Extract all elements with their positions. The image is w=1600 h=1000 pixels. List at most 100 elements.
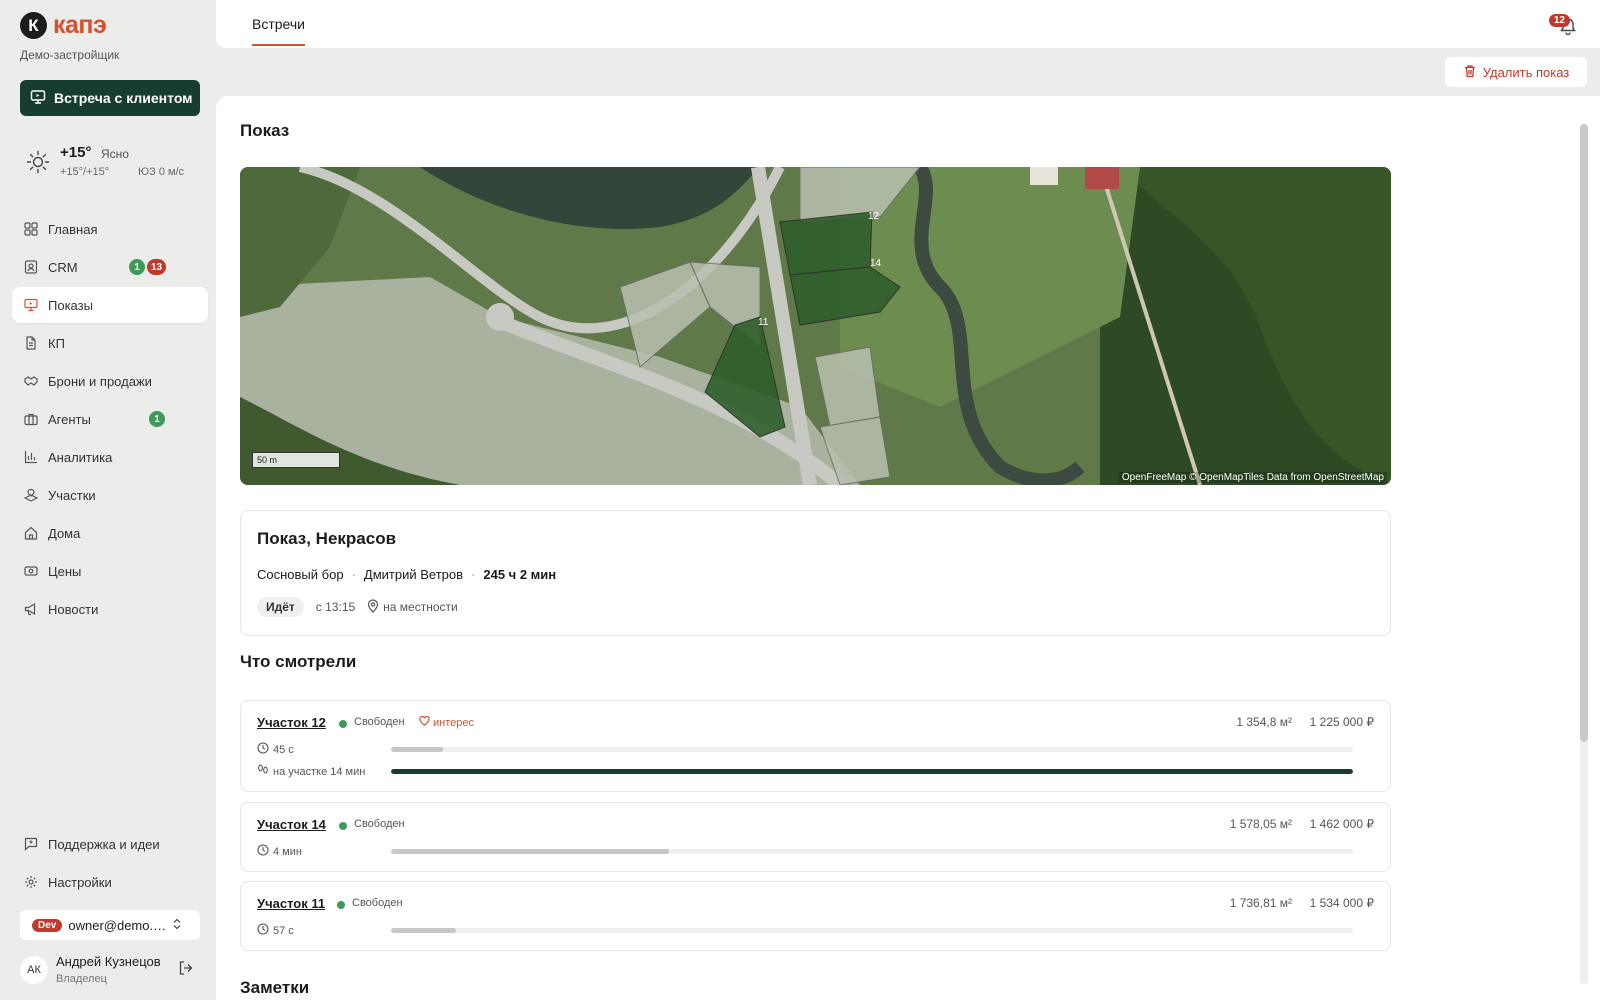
clock-icon — [257, 923, 269, 938]
meet-client-button[interactable]: Встреча с клиентом — [20, 80, 200, 116]
plot-link[interactable]: Участок 11 — [257, 896, 325, 911]
showing-duration: 245 ч 2 мин — [483, 567, 557, 582]
bar-fill — [391, 747, 443, 752]
map-attribution[interactable]: OpenFreeMap © OpenMapTiles Data from Ope… — [1118, 472, 1387, 483]
account-switcher[interactable]: Dev owner@demo.kape.ru — [20, 910, 200, 940]
plot-card: Участок 11 Свободен 1 736,81 м² 1 534 00… — [240, 881, 1391, 951]
plot-price: 1 225 000 ₽ — [1309, 715, 1374, 729]
status-badge: Идёт — [257, 597, 304, 617]
nav-item-houses[interactable]: Дома — [12, 515, 208, 551]
plot-link[interactable]: Участок 14 — [257, 817, 326, 832]
main-nav: Главная CRM 1 13 Показы КП Брони и прода… — [12, 211, 208, 629]
contact-icon — [24, 260, 38, 274]
separator: · — [351, 567, 356, 582]
clock-icon — [257, 742, 269, 757]
scrollbar-thumb[interactable] — [1580, 124, 1588, 742]
bar-chart-icon — [24, 450, 38, 464]
view-time: 45 с — [257, 742, 294, 757]
nav-item-agents[interactable]: Агенты 1 — [12, 401, 208, 437]
nav-item-news[interactable]: Новости — [12, 591, 208, 627]
map-scale: 50 m — [252, 452, 340, 468]
plot-area: 1 354,8 м² — [1236, 715, 1292, 729]
logout-icon[interactable] — [178, 960, 194, 981]
showing-status-row: Идёт с 13:15 на местности — [257, 597, 458, 617]
weather-widget: +15° Ясно +15°/+15° ЮЗ 0 м/с — [26, 144, 196, 186]
plot-price: 1 534 000 ₽ — [1309, 896, 1374, 910]
account-email: owner@demo.kape.ru — [68, 917, 167, 933]
nav-item-home[interactable]: Главная — [12, 211, 208, 247]
onsite-label: на участке 14 мин — [273, 765, 366, 778]
tab-meetings[interactable]: Встречи — [252, 16, 305, 46]
nav-label: CRM — [48, 259, 78, 275]
plot-link[interactable]: Участок 12 — [257, 715, 326, 730]
showing-meta: Сосновый бор · Дмитрий Ветров · 245 ч 2 … — [257, 567, 556, 582]
view-time-label: 4 мин — [273, 845, 302, 858]
nav-item-settings[interactable]: Настройки — [12, 864, 208, 900]
nav-item-showings[interactable]: Показы — [12, 287, 208, 323]
view-time-bar — [391, 747, 1353, 752]
status-dot — [339, 720, 347, 728]
chevron-updown-icon — [172, 918, 182, 933]
map[interactable]: 12 14 11 50 m OpenFreeMap © OpenMapTiles… — [240, 167, 1391, 485]
bar-fill — [391, 769, 1353, 774]
logo-mark: К — [20, 12, 47, 39]
user-name: Андрей Кузнецов — [56, 954, 161, 969]
footprints-icon — [257, 764, 269, 779]
weather-wind: ЮЗ 0 м/с — [138, 166, 185, 178]
notes-title: Заметки — [240, 978, 310, 997]
nav-item-crm[interactable]: CRM 1 13 — [12, 249, 208, 285]
meet-client-label: Встреча с клиентом — [54, 90, 193, 106]
presentation-icon — [30, 89, 46, 108]
nav-item-bookings[interactable]: Брони и продажи — [12, 363, 208, 399]
grid-icon — [24, 222, 38, 236]
view-time-bar — [391, 928, 1353, 933]
nav-item-support[interactable]: Поддержка и идеи — [12, 826, 208, 862]
nav-item-prices[interactable]: Цены — [12, 553, 208, 589]
scrollbar[interactable] — [1580, 124, 1588, 984]
bottom-nav: Поддержка и идеи Настройки — [12, 826, 208, 902]
view-time-bar — [391, 849, 1353, 854]
plot-status: Свободен — [354, 818, 405, 830]
bar-fill — [391, 928, 457, 933]
top-bar: Встречи 12 — [216, 0, 1600, 48]
nav-label: КП — [48, 335, 65, 351]
status-dot — [337, 901, 345, 909]
crm-badge-red: 13 — [147, 259, 167, 275]
interest-tag: интерес — [419, 715, 474, 729]
plots-icon — [24, 488, 38, 502]
notifications-button[interactable]: 12 — [1538, 12, 1578, 42]
nav-label: Главная — [48, 221, 98, 237]
company-name: Демо-застройщик — [20, 48, 120, 62]
satellite-map: 12 14 11 — [240, 167, 1391, 485]
document-icon — [24, 336, 38, 350]
map-plot-label: 12 — [868, 211, 880, 222]
handshake-icon — [24, 374, 38, 388]
showing-location: на местности — [367, 598, 458, 616]
heart-icon — [419, 715, 430, 729]
view-time-label: 57 с — [273, 924, 294, 937]
plot-price: 1 462 000 ₽ — [1309, 817, 1374, 831]
env-badge: Dev — [32, 918, 63, 932]
message-icon — [24, 837, 38, 851]
nav-item-plots[interactable]: Участки — [12, 477, 208, 513]
nav-label: Цены — [48, 563, 82, 579]
showing-card: Показ, Некрасов Сосновый бор · Дмитрий В… — [240, 510, 1391, 636]
avatar: АК — [20, 956, 48, 984]
showing-title: Показ, Некрасов — [257, 529, 397, 548]
logo[interactable]: К капэ — [20, 11, 107, 40]
watched-title: Что смотрели — [240, 652, 357, 671]
nav-label: Аналитика — [48, 449, 113, 465]
separator: · — [471, 567, 476, 582]
delete-showing-button[interactable]: Удалить показ — [1445, 57, 1587, 87]
crm-badge-green: 1 — [129, 259, 145, 275]
nav-label: Показы — [48, 297, 93, 313]
notifications-badge: 12 — [1548, 14, 1570, 27]
briefcase-icon — [24, 412, 38, 426]
trash-icon — [1463, 64, 1477, 81]
nav-label: Брони и продажи — [48, 373, 152, 389]
home-icon — [24, 526, 38, 540]
view-time-label: 45 с — [273, 743, 294, 756]
map-plot-label: 11 — [758, 317, 769, 328]
nav-item-kp[interactable]: КП — [12, 325, 208, 361]
nav-item-analytics[interactable]: Аналитика — [12, 439, 208, 475]
